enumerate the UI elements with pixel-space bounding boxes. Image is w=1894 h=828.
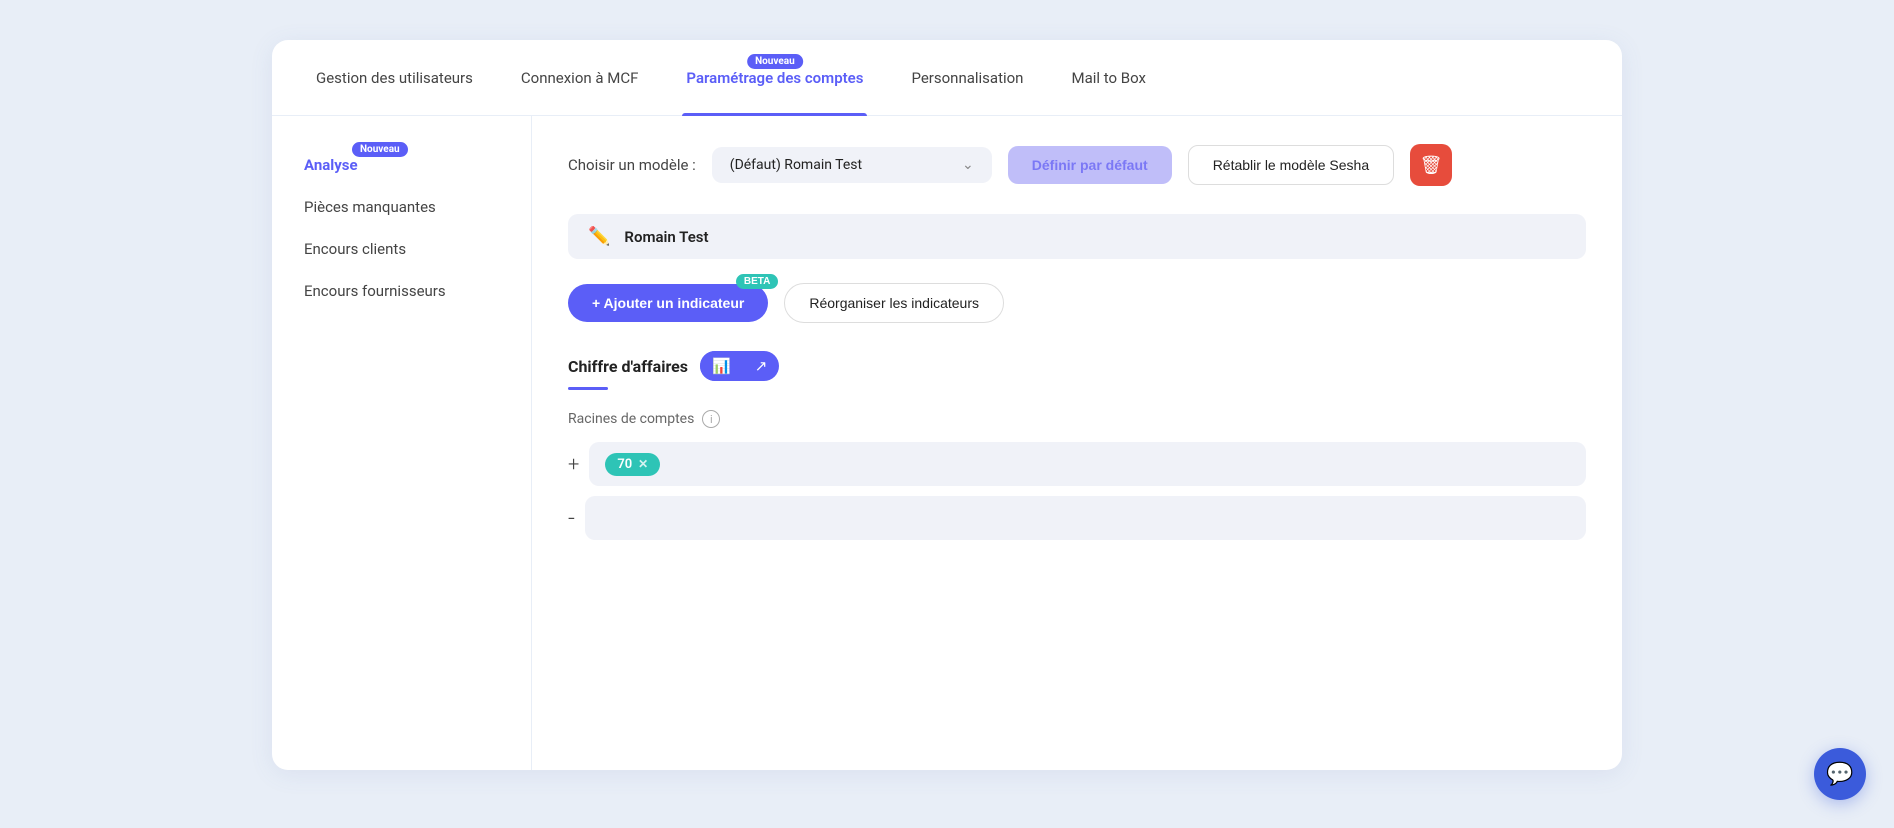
model-row: Choisir un modèle : (Défaut) Romain Test… (568, 144, 1586, 186)
tag-remove-icon[interactable]: ✕ (638, 457, 648, 471)
sidebar-label-pieces: Pièces manquantes (304, 198, 436, 216)
model-label: Choisir un modèle : (568, 156, 696, 174)
racines-minus-row: - (568, 496, 1586, 540)
sidebar-item-encours-clients[interactable]: Encours clients (300, 232, 503, 266)
top-nav: Gestion des utilisateurs Connexion à MCF N… (272, 40, 1622, 116)
nav-item-mailtobox[interactable]: Mail to Box (1067, 40, 1150, 116)
trash-icon: 🗑 (1420, 155, 1443, 176)
plus-button[interactable]: + (568, 452, 579, 476)
sidebar-item-analyse[interactable]: NouveauAnalyse (300, 148, 503, 182)
restore-model-button[interactable]: Rétablir le modèle Sesha (1188, 145, 1394, 185)
chat-icon: 💬 (1826, 762, 1853, 787)
add-indicator-button[interactable]: + Ajouter un indicateur BETA (568, 284, 768, 322)
nav-item-gestion[interactable]: Gestion des utilisateurs (312, 40, 477, 116)
add-indicator-label: + Ajouter un indicateur (592, 295, 744, 311)
racines-plus-row: + 70 ✕ (568, 442, 1586, 486)
racines-section: Racines de comptes i + 70 ✕ - (568, 410, 1586, 540)
line-chart-icon: ↗ (755, 357, 768, 375)
nav-item-parametrage[interactable]: NouveauParamétrage des comptes (682, 40, 867, 116)
nav-item-label-personnalisation: Personnalisation (911, 69, 1023, 87)
sidebar-item-pieces[interactable]: Pièces manquantes (300, 190, 503, 224)
nav-badge-parametrage: Nouveau (747, 54, 803, 69)
nav-item-label-connexion: Connexion à MCF (521, 69, 639, 87)
minus-button[interactable]: - (568, 504, 575, 532)
nav-item-label-gestion: Gestion des utilisateurs (316, 69, 473, 87)
sidebar-label-encours-fournisseurs: Encours fournisseurs (304, 282, 446, 300)
bar-chart-button[interactable]: 📊 (700, 351, 743, 381)
section-header: Chiffre d'affaires 📊 ↗ (568, 351, 1586, 381)
nav-item-label-mailtobox: Mail to Box (1071, 69, 1146, 87)
reorganize-button[interactable]: Réorganiser les indicateurs (784, 283, 1004, 323)
actions-row: + Ajouter un indicateur BETA Réorganiser… (568, 283, 1586, 323)
chat-bubble-button[interactable]: 💬 (1814, 748, 1866, 800)
main-content: Choisir un modèle : (Défaut) Romain Test… (532, 116, 1622, 770)
name-field-row: ✏️ Romain Test (568, 214, 1586, 259)
nav-item-personnalisation[interactable]: Personnalisation (907, 40, 1027, 116)
line-chart-button[interactable]: ↗ (743, 351, 780, 381)
section-underline (568, 387, 608, 390)
sidebar: NouveauAnalyse Pièces manquantes Encours c… (272, 116, 532, 770)
name-field-value: Romain Test (624, 228, 708, 246)
sidebar-label-analyse: Analyse (304, 156, 358, 174)
tag-70: 70 ✕ (605, 453, 660, 476)
racines-label: Racines de comptes (568, 411, 694, 427)
bar-chart-icon: 📊 (712, 357, 731, 375)
section-title: Chiffre d'affaires (568, 357, 688, 376)
racines-tag-input[interactable]: 70 ✕ (589, 442, 1586, 486)
racines-label-row: Racines de comptes i (568, 410, 1586, 428)
chart-type-toggle: 📊 ↗ (700, 351, 779, 381)
sidebar-item-encours-fournisseurs[interactable]: Encours fournisseurs (300, 274, 503, 308)
info-icon[interactable]: i (702, 410, 720, 428)
model-select-dropdown[interactable]: (Défaut) Romain Test ⌄ (712, 147, 992, 183)
tag-value: 70 (617, 457, 632, 472)
sidebar-badge-analyse: Nouveau (352, 142, 408, 157)
sidebar-label-encours-clients: Encours clients (304, 240, 406, 258)
racines-minus-input[interactable] (585, 496, 1586, 540)
model-select-value: (Défaut) Romain Test (730, 157, 954, 173)
delete-model-button[interactable]: 🗑 (1410, 144, 1452, 186)
beta-badge: BETA (736, 274, 778, 289)
set-default-button[interactable]: Définir par défaut (1008, 146, 1172, 184)
nav-item-connexion[interactable]: Connexion à MCF (517, 40, 643, 116)
chevron-down-icon: ⌄ (962, 157, 974, 173)
nav-item-label-parametrage: Paramétrage des comptes (686, 69, 863, 87)
edit-icon: ✏️ (588, 226, 610, 247)
